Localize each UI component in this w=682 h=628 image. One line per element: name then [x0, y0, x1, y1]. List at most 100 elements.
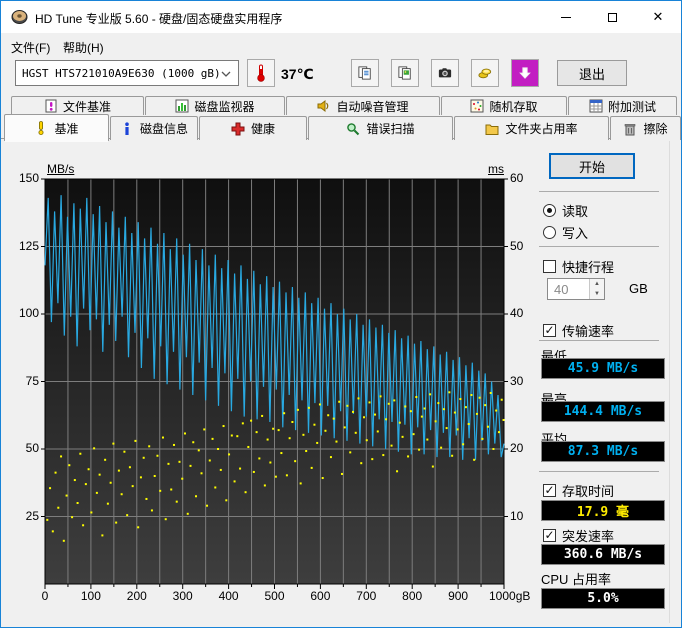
tick-label: 200 [117, 589, 157, 603]
magnifier-icon [346, 122, 360, 136]
tick-label: 60 [510, 171, 523, 185]
minimize-button[interactable] [543, 1, 589, 33]
tab-label: 磁盘信息 [140, 120, 188, 137]
titlebar: HD Tune 专业版 5.60 - 硬盘/固态硬盘实用程序 ✕ [1, 1, 681, 33]
tabpage-right-border [669, 141, 670, 623]
disk-monitor-icon [175, 99, 189, 113]
extra-tests-icon [589, 99, 603, 113]
copy-text-button[interactable] [351, 59, 379, 87]
tick-label: 40 [510, 306, 523, 320]
access-time-value: 17.9 毫 [577, 501, 629, 520]
burst-rate-value: 360.6 MB/s [564, 547, 642, 562]
tick-label: 900 [438, 589, 478, 603]
right-axis-unit: ms [488, 162, 504, 176]
cpu-usage-label: CPU 占用率 [541, 569, 611, 588]
tab-disk-monitor[interactable]: 磁盘监视器 [145, 96, 285, 115]
app-icon [11, 9, 28, 25]
menu-file[interactable]: 文件(F) [5, 37, 56, 58]
temperature-button[interactable] [247, 59, 275, 87]
tab-label: 磁盘监视器 [194, 98, 254, 115]
short-stroke-unit: GB [629, 281, 648, 296]
tab-label: 基准 [54, 120, 78, 137]
copy-text-icon [358, 66, 372, 80]
tick-label: 10 [510, 509, 523, 523]
tick-label: 700 [346, 589, 386, 603]
maximize-button[interactable] [589, 1, 635, 33]
start-button[interactable]: 开始 [549, 153, 635, 179]
download-arrow-icon [518, 66, 532, 80]
tab-label: 文件夹占用率 [505, 120, 577, 137]
tab-label: 擦除 [643, 120, 667, 137]
write-radio[interactable] [543, 226, 556, 239]
drive-selector-value: HGST HTS721010A9E630 (1000 gB) [16, 67, 221, 80]
burst-rate-checkbox[interactable]: ✓ [543, 529, 556, 542]
read-radio-label: 读取 [562, 201, 588, 220]
write-radio-row[interactable]: 写入 [543, 223, 588, 242]
tab-folder-usage[interactable]: 文件夹占用率 [454, 116, 609, 140]
tick-label: 100 [7, 306, 39, 320]
short-stroke-spinner[interactable]: 40 ▲ ▼ [547, 278, 605, 300]
tab-health[interactable]: 健康 [199, 116, 307, 140]
access-time-label: 存取时间 [562, 481, 614, 500]
max-value-box: 144.4 MB/s [541, 401, 665, 422]
left-axis-unit: MB/s [47, 162, 74, 176]
folder-icon [485, 122, 499, 136]
transfer-rate-checkbox[interactable]: ✓ [543, 324, 556, 337]
read-radio[interactable] [543, 204, 556, 217]
close-button[interactable]: ✕ [635, 1, 681, 33]
exit-label: 退出 [579, 64, 605, 83]
spinner-down-button[interactable]: ▼ [590, 289, 604, 299]
tab-extra-tests[interactable]: 附加测试 [568, 96, 677, 115]
speaker-icon [317, 99, 331, 113]
window-title: HD Tune 专业版 5.60 - 硬盘/固态硬盘实用程序 [35, 10, 282, 27]
exit-button[interactable]: 退出 [557, 60, 627, 86]
tab-row-secondary: 文件基准 磁盘监视器 自动噪音管理 随机存取 [11, 96, 678, 115]
tick-label: 125 [7, 239, 39, 253]
short-stroke-row[interactable]: 快捷行程 [543, 257, 614, 276]
tab-aam[interactable]: 自动噪音管理 [286, 96, 440, 115]
tab-erase[interactable]: 擦除 [610, 116, 681, 140]
separator [539, 471, 659, 472]
screenshot-button[interactable] [431, 59, 459, 87]
short-stroke-checkbox[interactable] [543, 260, 556, 273]
spinner-up-button[interactable]: ▲ [590, 279, 604, 289]
trash-icon [623, 122, 637, 136]
tick-label: 400 [209, 589, 249, 603]
temperature-value: 37℃ [281, 66, 314, 83]
read-radio-row[interactable]: 读取 [543, 201, 588, 220]
separator [539, 246, 659, 247]
drive-selector-dropdown[interactable]: HGST HTS721010A9E630 (1000 gB) [15, 60, 239, 86]
tick-label: 30 [510, 374, 523, 388]
download-button[interactable] [511, 59, 539, 87]
tab-label: 随机存取 [489, 98, 537, 115]
tab-random-access[interactable]: 随机存取 [441, 96, 567, 115]
tick-label: 20 [510, 441, 523, 455]
access-time-checkbox[interactable]: ✓ [543, 484, 556, 497]
donate-button[interactable] [471, 59, 499, 87]
transfer-rate-row[interactable]: ✓ 传输速率 [543, 321, 614, 340]
tab-benchmark-active[interactable]: 基准 [4, 114, 109, 141]
copy-image-icon [398, 66, 412, 80]
avg-value: 87.3 MB/s [568, 444, 638, 459]
benchmark-icon [34, 121, 48, 135]
menubar: 文件(F) 帮助(H) [1, 33, 681, 57]
tab-label: 文件基准 [63, 98, 111, 115]
tab-label: 附加测试 [608, 98, 656, 115]
health-cross-icon [231, 122, 245, 136]
copy-image-button[interactable] [391, 59, 419, 87]
random-access-icon [470, 99, 484, 113]
file-benchmark-icon [44, 99, 58, 113]
separator [539, 340, 659, 341]
benchmark-plot [41, 175, 509, 589]
access-time-row[interactable]: ✓ 存取时间 [543, 481, 614, 500]
tab-file-benchmark[interactable]: 文件基准 [11, 96, 144, 115]
short-stroke-label: 快捷行程 [562, 257, 614, 276]
avg-value-box: 87.3 MB/s [541, 441, 665, 462]
tick-label: 800 [392, 589, 432, 603]
tab-disk-info[interactable]: 磁盘信息 [110, 116, 198, 140]
tab-error-scan[interactable]: 错误扫描 [308, 116, 453, 140]
burst-rate-row[interactable]: ✓ 突发速率 [543, 526, 614, 545]
tick-label: 100 [71, 589, 111, 603]
menu-help[interactable]: 帮助(H) [57, 37, 110, 58]
tick-label: 75 [7, 374, 39, 388]
